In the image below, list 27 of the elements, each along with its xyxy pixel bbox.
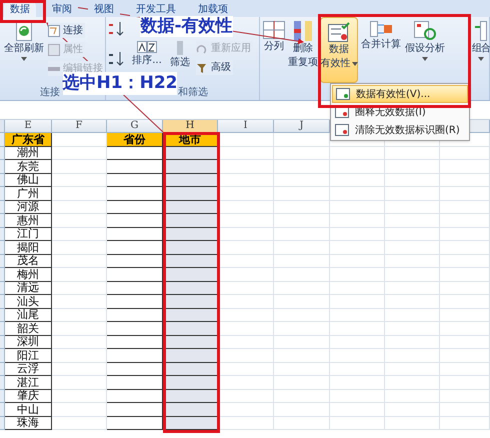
table-cell: 河源: [5, 200, 52, 214]
table-cell: 茂名: [5, 254, 52, 268]
table-cell: 省份: [107, 133, 163, 146]
table-cell: 中山: [5, 403, 52, 416]
group-label: 连接: [40, 88, 60, 98]
table-cell: 肇庆: [5, 390, 52, 403]
table-cell: 广州: [5, 187, 52, 200]
table-cell: 深圳: [5, 336, 52, 349]
table-cell: 汕头: [5, 295, 52, 308]
callout-label: 数据-有效性: [140, 16, 233, 37]
table-cell: 湛江: [5, 376, 52, 390]
table-cell: 清远: [5, 282, 52, 295]
group-label: 和筛选: [178, 88, 208, 98]
table-cell: 潮州: [5, 146, 52, 160]
table-cell: 惠州: [5, 214, 52, 228]
callout-label: 选中H1：H22: [63, 72, 177, 95]
table-cell: 江门: [5, 228, 52, 241]
table-cell: 云浮: [5, 362, 52, 376]
table-cell: 梅州: [5, 268, 52, 282]
table-cell: 东莞: [5, 160, 52, 174]
table-cell: 阳江: [5, 349, 52, 362]
table-cell: 汕尾: [5, 308, 52, 322]
table-cell: 揭阳: [5, 241, 52, 254]
table-cell: 广东省: [5, 133, 52, 146]
table-cell: 珠海: [5, 416, 52, 430]
table-cell: 佛山: [5, 174, 52, 187]
table-cell: 韶关: [5, 322, 52, 336]
